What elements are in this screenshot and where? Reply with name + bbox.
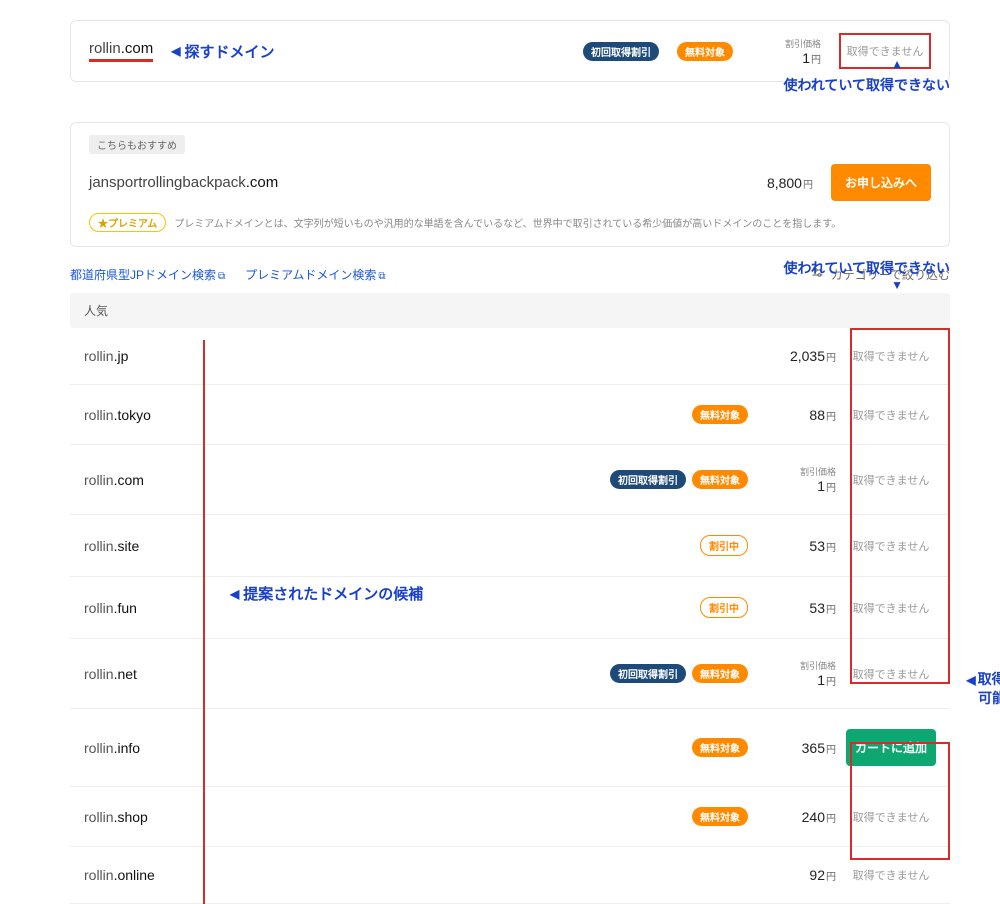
recommend-badge: こちらもおすすめ xyxy=(89,135,185,154)
domain-result-row: rollin.net 初回取得割引無料対象割引価格1円取得できません xyxy=(70,639,950,709)
domain-result-row: rollin.tokyo 無料対象 88円取得できません xyxy=(70,385,950,445)
domain-result-row: rollin.com 初回取得割引無料対象割引価格1円取得できません xyxy=(70,445,950,515)
annotation-unavailable-2: 使われていて取得できない xyxy=(784,258,950,278)
badge-first-discount: 初回取得割引 xyxy=(583,42,659,61)
annotation-unavailable: 使われていて取得できない xyxy=(784,75,950,95)
add-to-cart-button[interactable]: カートに追加 xyxy=(846,729,936,766)
domain-result-row: rollin.online 92円取得できません xyxy=(70,847,950,904)
domain-name: rollin.tokyo xyxy=(84,407,204,423)
triangle-up-icon: ▲ xyxy=(891,57,903,71)
availability-status: 取得できません xyxy=(846,809,936,825)
domain-name: rollin.net xyxy=(84,666,204,682)
badge-free-target: 無料対象 xyxy=(692,738,748,757)
domain-result-row: rollin.fun 割引中 53円取得できません xyxy=(70,577,950,639)
availability-status: 取得できません xyxy=(839,33,931,69)
price-column: 92円 xyxy=(758,867,836,883)
searched-domain-card: rollin.com 探すドメイン 初回取得割引 無料対象 割引価格 1円 取得… xyxy=(70,20,950,82)
section-popular-header: 人気 xyxy=(70,293,950,328)
price-column: 割引価格1円 xyxy=(758,659,836,688)
badge-free-target: 無料対象 xyxy=(692,405,748,424)
domain-name: rollin.jp xyxy=(84,348,204,364)
domain-name: rollin.com xyxy=(84,472,204,488)
external-icon: ⧉ xyxy=(378,271,385,282)
recommended-domain: jansportrollingbackpack.com xyxy=(89,174,278,191)
badge-first-discount: 初回取得割引 xyxy=(610,470,686,489)
domain-result-row: rollin.jp 2,035円取得できません xyxy=(70,328,950,385)
availability-status: 取得できません xyxy=(846,407,936,423)
badge-on-sale: 割引中 xyxy=(700,535,748,556)
annotation-vertical-line xyxy=(203,340,205,904)
badge-on-sale: 割引中 xyxy=(700,597,748,618)
results-list: 提案されたドメインの候補 rollin.jp2,035円取得できませんrolli… xyxy=(70,328,950,904)
recommend-price: 8,800円 xyxy=(743,175,813,191)
domain-name: rollin.fun xyxy=(84,600,204,616)
domain-name: rollin.shop xyxy=(84,809,204,825)
premium-domain-search-link[interactable]: プレミアムドメイン検索⧉ xyxy=(245,266,385,283)
premium-tag: ★プレミアム xyxy=(89,213,166,232)
recommendation-card: こちらもおすすめ jansportrollingbackpack.com 8,8… xyxy=(70,122,950,247)
annotation-available: 取得 可能 xyxy=(966,670,1000,707)
badge-first-discount: 初回取得割引 xyxy=(610,664,686,683)
premium-description: プレミアムドメインとは、文字列が短いものや汎用的な単語を含んでいるなど、世界中で… xyxy=(174,215,841,230)
domain-name: rollin.site xyxy=(84,538,204,554)
price-column: 53円 xyxy=(758,600,836,616)
badge-free-target: 無料対象 xyxy=(692,807,748,826)
external-icon: ⧉ xyxy=(218,271,225,282)
searched-domain: rollin.com xyxy=(89,40,153,62)
yen-suffix: 円 xyxy=(811,55,821,66)
availability-status: 取得できません xyxy=(846,600,936,616)
domain-name: rollin.online xyxy=(84,867,204,883)
badge-free-target: 無料対象 xyxy=(677,42,733,61)
availability-status: 取得できません xyxy=(846,348,936,364)
availability-status: 取得できません xyxy=(846,867,936,883)
price-column: 240円 xyxy=(758,809,836,825)
availability-status: 取得できません xyxy=(846,472,936,488)
domain-result-row: rollin.info 無料対象 365円カートに追加 xyxy=(70,709,950,787)
domain-prefix: rollin xyxy=(89,40,121,57)
price-column: 割引価格1円 xyxy=(758,465,836,494)
price-column: 割引価格 1円 xyxy=(751,37,821,66)
domain-result-row: rollin.shop 無料対象 240円取得できません xyxy=(70,787,950,847)
badge-free-target: 無料対象 xyxy=(692,470,748,489)
candidates-callout: 提案されたドメインの候補 xyxy=(230,583,423,604)
price-value: 1 xyxy=(802,50,810,66)
triangle-down-icon: ▼ xyxy=(891,278,903,292)
availability-status: 取得できません xyxy=(846,538,936,554)
domain-tld: .com xyxy=(121,40,154,57)
apply-button[interactable]: お申し込みへ xyxy=(831,164,931,201)
domain-name: rollin.info xyxy=(84,740,204,756)
price-label: 割引価格 xyxy=(751,37,821,50)
price-column: 53円 xyxy=(758,538,836,554)
prefectural-jp-search-link[interactable]: 都道府県型JPドメイン検索⧉ xyxy=(70,266,225,283)
badge-free-target: 無料対象 xyxy=(692,664,748,683)
domain-result-row: rollin.site 割引中 53円取得できません xyxy=(70,515,950,577)
availability-status: 取得できません xyxy=(846,666,936,682)
search-callout: 探すドメイン xyxy=(171,41,274,62)
price-column: 2,035円 xyxy=(758,348,836,364)
price-column: 88円 xyxy=(758,407,836,423)
price-column: 365円 xyxy=(758,740,836,756)
